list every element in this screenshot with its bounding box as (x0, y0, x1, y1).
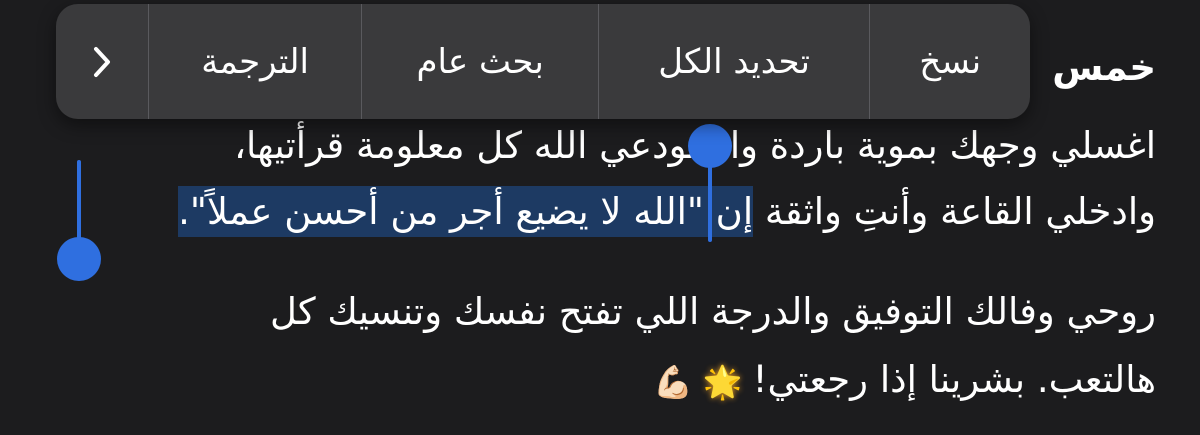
chevron-right-icon (91, 45, 113, 79)
translate-button[interactable]: الترجمة (147, 4, 362, 119)
message-line-4: روحي وفالك التوفيق والدرجة اللي تفتح نفس… (269, 290, 1156, 333)
selection-end-handle[interactable] (57, 237, 101, 281)
glowing-star-emoji: 🌟 (702, 362, 743, 401)
selected-text[interactable]: إن "الله لا يضيع أجر من أحسن عملاً". (178, 190, 754, 233)
message-line-1: خمس (1052, 46, 1156, 89)
selection-start-handle[interactable] (688, 124, 732, 168)
message-line-3: وادخلي القاعة وأنتِ واثقة إن "الله لا يض… (178, 182, 1156, 242)
unselected-text: وادخلي القاعة وأنتِ واثقة (753, 190, 1156, 233)
search-web-button[interactable]: بحث عام (361, 4, 598, 119)
more-options-button[interactable] (56, 4, 148, 119)
message-line-5: هالتعب. بشرينا إذا رجعتي!🌟💪🏻 (653, 350, 1156, 410)
edit-context-menu: الترجمة بحث عام تحديد الكل نسخ (56, 4, 1030, 119)
flexed-biceps-emoji: 💪🏻 (652, 362, 693, 401)
select-all-button[interactable]: تحديد الكل (597, 4, 869, 119)
copy-button[interactable]: نسخ (869, 4, 1030, 119)
